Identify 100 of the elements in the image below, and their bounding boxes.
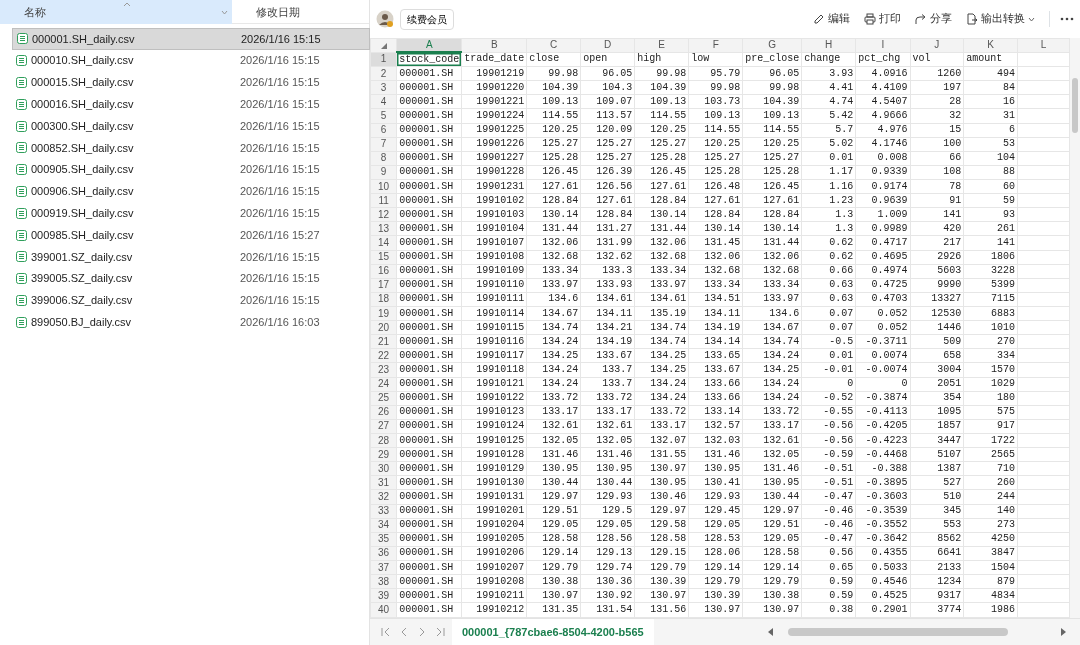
table-cell: 1504 — [963, 560, 1018, 575]
table-cell: 0 — [801, 377, 856, 392]
table-cell: 130.44 — [742, 489, 802, 505]
last-sheet-icon[interactable] — [434, 626, 446, 638]
file-row[interactable]: 000010.SH_daily.csv 2026/1/16 15:15 — [12, 49, 370, 72]
table-cell: 19910107 — [461, 235, 527, 251]
file-row[interactable]: 000300.SH_daily.csv 2026/1/16 15:15 — [12, 115, 370, 137]
table-cell: -0.52 — [801, 391, 856, 406]
table-cell: 126.48 — [688, 179, 743, 194]
column-header[interactable]: B — [461, 38, 527, 52]
table-cell: -0.4468 — [855, 447, 911, 462]
table-cell: 103.73 — [688, 94, 743, 109]
table-cell: -0.56 — [801, 419, 856, 434]
first-sheet-icon[interactable] — [380, 626, 392, 638]
file-row[interactable]: 399005.SZ_daily.csv 2026/1/16 15:15 — [12, 267, 370, 290]
table-cell: 133.17 — [742, 419, 802, 434]
table-cell: 129.74 — [580, 560, 635, 575]
table-cell: -0.47 — [801, 532, 856, 547]
table-cell: 0 — [855, 377, 911, 392]
table-cell: 19910206 — [461, 546, 527, 561]
file-row[interactable]: 000905.SH_daily.csv 2026/1/16 15:15 — [12, 158, 370, 181]
table-cell: -0.3642 — [855, 532, 911, 547]
table-cell: 130.44 — [526, 475, 581, 490]
toolbar-button[interactable]: 编辑 — [809, 11, 854, 27]
column-header[interactable]: L — [1017, 38, 1070, 52]
table-cell: 134.51 — [688, 292, 743, 307]
file-row[interactable]: 399006.SZ_daily.csv 2026/1/16 15:15 — [12, 289, 370, 312]
table-cell: 000001.SH — [396, 320, 462, 335]
column-header[interactable]: C — [526, 38, 581, 52]
column-header[interactable]: A — [396, 38, 462, 52]
spreadsheet-file-icon — [16, 55, 27, 67]
table-cell: 15 — [910, 123, 964, 138]
table-cell: -0.4205 — [855, 419, 911, 434]
table-cell: 129.93 — [688, 489, 743, 505]
spreadsheet-file-icon — [17, 33, 28, 45]
table-cell: 140 — [963, 504, 1018, 519]
file-row[interactable]: 000852.SH_daily.csv 2026/1/16 15:15 — [12, 137, 370, 159]
table-cell: 127.61 — [526, 179, 581, 194]
file-date: 2026/1/16 15:15 — [239, 184, 320, 200]
scroll-right-icon[interactable] — [1060, 628, 1066, 636]
table-cell: 000001.SH — [396, 334, 462, 349]
member-button[interactable]: 续费会员 — [400, 8, 454, 30]
column-header[interactable]: K — [963, 38, 1018, 52]
file-row[interactable]: 000985.SH_daily.csv 2026/1/16 15:27 — [12, 224, 370, 246]
table-cell: 1260 — [910, 66, 964, 81]
table-cell: 125.27 — [580, 137, 635, 152]
column-header[interactable]: J — [910, 38, 964, 52]
file-name: 399005.SZ_daily.csv — [31, 271, 133, 287]
table-cell: 000001.SH — [396, 405, 462, 420]
scroll-left-icon[interactable] — [768, 628, 774, 636]
table-cell: 0.008 — [855, 151, 911, 166]
toolbar-button[interactable]: 分享 — [911, 11, 956, 27]
spreadsheet-file-icon — [16, 77, 27, 88]
table-cell: 125.27 — [688, 151, 743, 166]
table-cell: 132.57 — [688, 419, 743, 434]
table-cell: 5399 — [963, 278, 1018, 293]
table-cell: 132.68 — [634, 250, 689, 265]
table-cell: 575 — [963, 405, 1018, 420]
table-cell: 109.13 — [688, 109, 743, 124]
table-cell: 494 — [963, 66, 1018, 81]
table-cell: 000001.SH — [396, 235, 462, 251]
file-row[interactable]: 000001.SH_daily.csv 2026/1/16 15:15 — [12, 28, 370, 50]
column-header[interactable]: H — [801, 38, 856, 52]
table-cell: 000001.SH — [396, 109, 462, 124]
table-cell: 133.72 — [580, 391, 635, 406]
table-cell: 000001.SH — [396, 504, 462, 519]
table-cell: 19910204 — [461, 518, 527, 533]
table-cell: 130.38 — [526, 574, 581, 589]
file-name: 000905.SH_daily.csv — [31, 162, 134, 178]
table-cell: 129.51 — [742, 518, 802, 533]
column-header[interactable]: G — [742, 38, 802, 52]
file-row[interactable]: 000016.SH_daily.csv 2026/1/16 15:15 — [12, 93, 370, 116]
column-header[interactable]: 修改日期 — [256, 3, 300, 21]
table-cell: 000001.SH — [396, 306, 462, 321]
table-cell: 132.06 — [526, 235, 581, 251]
column-header[interactable]: D — [580, 38, 635, 52]
scrollbar-thumb[interactable] — [788, 628, 1008, 636]
toolbar-button[interactable]: 输出转换 — [962, 11, 1039, 27]
column-header[interactable]: 名称 — [24, 3, 46, 21]
table-cell: 217 — [910, 235, 964, 251]
select-all-icon[interactable] — [380, 42, 387, 49]
table-cell: 129.97 — [742, 504, 802, 519]
file-row[interactable]: 000015.SH_daily.csv 2026/1/16 15:15 — [12, 71, 370, 94]
scrollbar-thumb[interactable] — [1072, 78, 1078, 133]
table-cell: 133.3 — [580, 264, 635, 279]
table-cell: 0.4974 — [855, 264, 911, 279]
column-header[interactable]: I — [855, 38, 911, 52]
column-header[interactable]: E — [634, 38, 689, 52]
more-icon[interactable] — [1060, 17, 1074, 21]
toolbar-button[interactable]: 打印 — [860, 11, 905, 27]
file-row[interactable]: 000919.SH_daily.csv 2026/1/16 15:15 — [12, 202, 370, 225]
column-header[interactable]: F — [688, 38, 743, 52]
sheet-tab[interactable]: 000001_{787cbae6-8504-4200-b565 — [452, 618, 654, 645]
file-row[interactable]: 000906.SH_daily.csv 2026/1/16 15:15 — [12, 180, 370, 203]
table-cell: 5.42 — [801, 109, 856, 124]
table-cell: 130.92 — [580, 588, 635, 603]
file-row[interactable]: 399001.SZ_daily.csv 2026/1/16 15:15 — [12, 245, 370, 268]
table-cell: open — [580, 52, 635, 67]
table-cell: 129.79 — [526, 560, 581, 575]
file-row[interactable]: 899050.BJ_daily.csv 2026/1/16 16:03 — [12, 311, 370, 334]
